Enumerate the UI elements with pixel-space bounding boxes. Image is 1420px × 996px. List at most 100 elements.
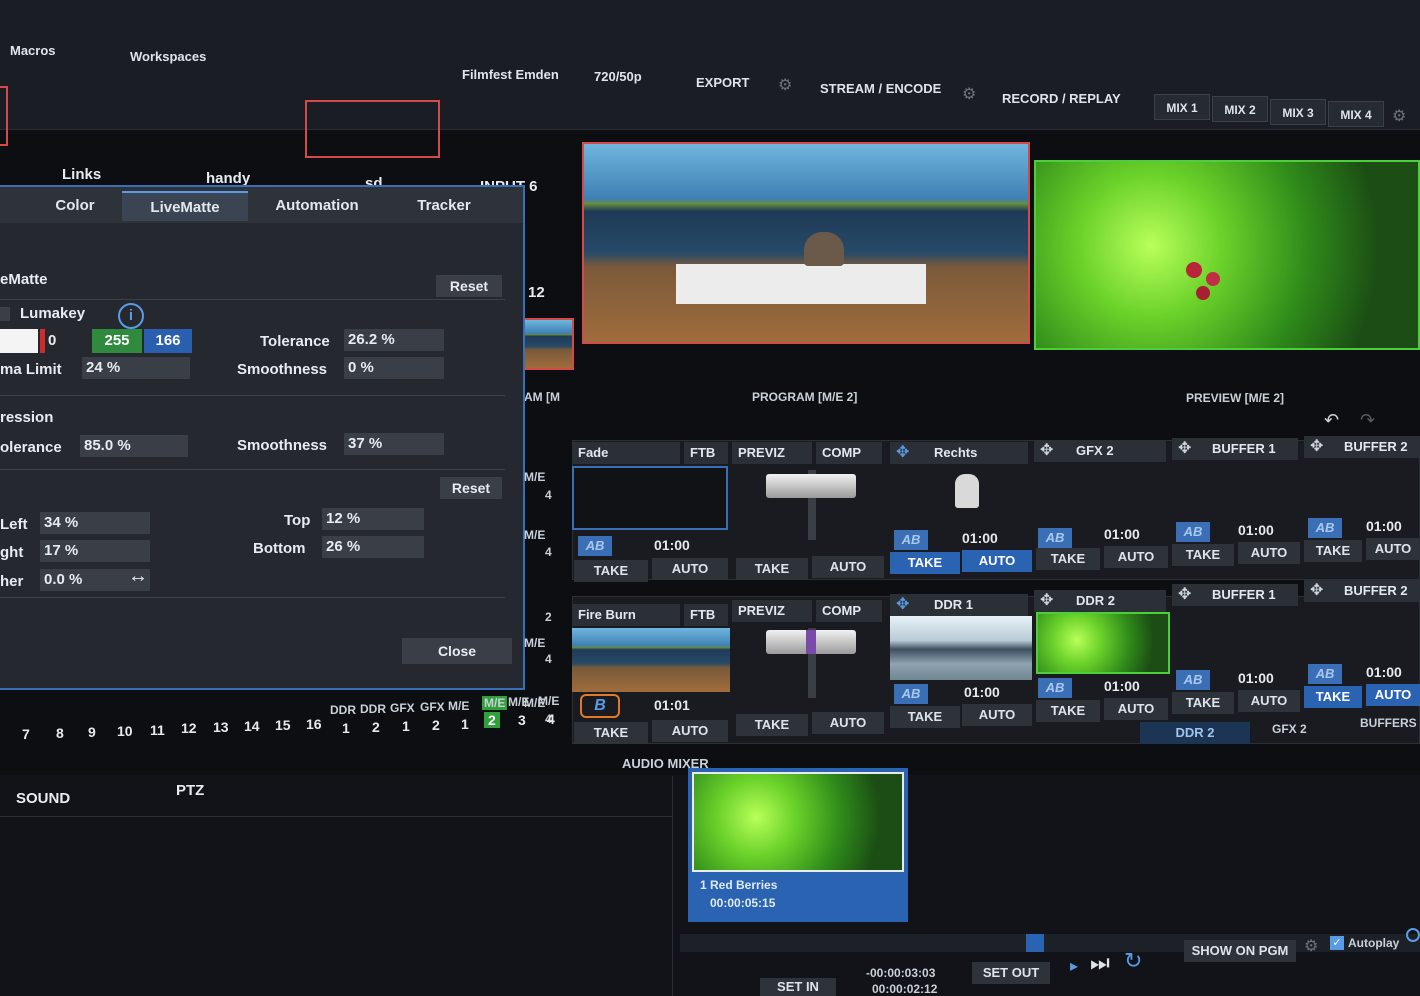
overlay-7-time[interactable]: 01:00 xyxy=(1238,670,1274,686)
bus-me-3[interactable]: 3 xyxy=(518,712,526,728)
overlay-3-ab[interactable]: AB xyxy=(1176,522,1210,542)
play-icon[interactable]: ▸ xyxy=(1070,956,1078,976)
input-thumb-partial[interactable] xyxy=(0,86,8,146)
overlay-8-take[interactable]: TAKE xyxy=(1304,686,1362,708)
spill-tolerance-field[interactable]: 85.0 % xyxy=(80,435,188,457)
previz-button-1[interactable]: PREVIZ xyxy=(732,442,812,464)
stream-encode-button[interactable]: STREAM / ENCODE xyxy=(810,72,951,106)
bus-15[interactable]: 15 xyxy=(275,717,291,733)
overlay-4-ab[interactable]: AB xyxy=(1308,518,1342,538)
workspaces-menu[interactable]: Workspaces xyxy=(120,40,216,74)
undo-icon[interactable]: ↶ xyxy=(1324,410,1339,431)
export-button[interactable]: EXPORT xyxy=(686,66,759,100)
skip-next-icon[interactable]: ⏭ xyxy=(1090,950,1110,976)
tab-color[interactable]: Color xyxy=(30,191,120,221)
crop-left-field[interactable]: 34 % xyxy=(40,512,150,534)
overlay-8-time[interactable]: 01:00 xyxy=(1366,664,1402,680)
bus-9[interactable]: 9 xyxy=(88,724,96,740)
mix-tab-1[interactable]: MIX 1 xyxy=(1154,94,1210,120)
bus-extra-top-6[interactable]: M/E xyxy=(482,696,508,710)
overlay-2-auto[interactable]: AUTO xyxy=(1104,546,1168,568)
bus-ddr-1[interactable]: 1 xyxy=(342,720,350,736)
input-thumb-12[interactable] xyxy=(522,318,574,370)
transition-select-1[interactable]: Fade xyxy=(572,442,680,464)
overlay-5-time[interactable]: 01:00 xyxy=(964,684,1000,700)
overlay-5-move-icon[interactable]: ✥ xyxy=(896,594,909,614)
ddr-scrub-handle[interactable] xyxy=(1026,934,1044,952)
overlay-3-time[interactable]: 01:00 xyxy=(1238,522,1274,538)
overlay-4-take[interactable]: TAKE xyxy=(1304,540,1362,562)
redo-icon[interactable]: ↷ xyxy=(1360,410,1375,431)
overlay-3-take[interactable]: TAKE xyxy=(1172,544,1234,566)
bus-gfx-2[interactable]: 2 xyxy=(432,717,440,733)
auto-button-1[interactable]: AUTO xyxy=(652,558,728,580)
loop-icon[interactable]: ↻ xyxy=(1124,948,1142,974)
bus-me-4[interactable]: 4 xyxy=(547,711,555,727)
take-button-1b[interactable]: TAKE xyxy=(736,558,808,580)
overlay-4-move-icon[interactable]: ✥ xyxy=(1310,436,1323,456)
overlay-1-ab[interactable]: AB xyxy=(894,530,928,550)
overlay-7-take[interactable]: TAKE xyxy=(1172,692,1234,714)
overlay-5-source[interactable]: DDR 1 xyxy=(890,594,1028,616)
overlay-1-auto[interactable]: AUTO xyxy=(962,550,1032,572)
ab-indicator-2[interactable]: B xyxy=(580,694,620,718)
mix-tab-4[interactable]: MIX 4 xyxy=(1328,101,1384,127)
overlay-5-take[interactable]: TAKE xyxy=(890,706,960,728)
overlay-8-auto[interactable]: AUTO xyxy=(1366,684,1420,706)
blue-value[interactable]: 166 xyxy=(144,329,192,353)
tab-livematte[interactable]: LiveMatte xyxy=(122,191,248,221)
chroma-limit-field[interactable]: 24 % xyxy=(82,357,190,379)
record-replay-button[interactable]: RECORD / REPLAY xyxy=(992,82,1131,116)
overlay-2-time[interactable]: 01:00 xyxy=(1104,526,1140,542)
ftb-button-2[interactable]: FTB xyxy=(684,604,728,626)
bus-16[interactable]: 16 xyxy=(306,716,322,732)
take-button-1[interactable]: TAKE xyxy=(574,560,648,582)
overlay-7-ab[interactable]: AB xyxy=(1176,670,1210,690)
tab-buffers[interactable]: BUFFERS xyxy=(1360,716,1417,730)
mix-gear-icon[interactable]: ⚙ xyxy=(1392,106,1406,126)
overlay-7-auto[interactable]: AUTO xyxy=(1238,690,1300,712)
overlay-2-take[interactable]: TAKE xyxy=(1036,548,1100,570)
bus-8[interactable]: 8 xyxy=(56,725,64,741)
overlay-2-move-icon[interactable]: ✥ xyxy=(1040,440,1053,460)
overlay-2-source[interactable]: GFX 2 xyxy=(1034,440,1166,462)
bus-me-2[interactable]: 2 xyxy=(484,712,500,728)
bus-13[interactable]: 13 xyxy=(213,719,229,735)
overlay-3-auto[interactable]: AUTO xyxy=(1238,542,1300,564)
green-value[interactable]: 255 xyxy=(92,329,142,353)
crop-right-field[interactable]: 17 % xyxy=(40,540,150,562)
key-color-swatch[interactable] xyxy=(0,329,38,353)
tab-ddr2[interactable]: DDR 2 xyxy=(1140,722,1250,744)
bus-7[interactable]: 7 xyxy=(22,726,30,742)
spill-smoothness-field[interactable]: 37 % xyxy=(344,433,444,455)
overlay-1-time[interactable]: 01:00 xyxy=(962,530,998,546)
overlay-6-time[interactable]: 01:00 xyxy=(1104,678,1140,694)
take-button-2b[interactable]: TAKE xyxy=(736,714,808,736)
sound-tab[interactable]: SOUND xyxy=(16,790,70,807)
overlay-6-move-icon[interactable]: ✥ xyxy=(1040,590,1053,610)
overlay-6-take[interactable]: TAKE xyxy=(1036,700,1100,722)
overlay-5-ab[interactable]: AB xyxy=(894,684,928,704)
auto-button-2[interactable]: AUTO xyxy=(652,720,728,742)
previz-button-2[interactable]: PREVIZ xyxy=(732,600,812,622)
lumakey-checkbox[interactable] xyxy=(0,307,10,321)
bus-ddr-2[interactable]: 2 xyxy=(372,719,380,735)
auto-button-2b[interactable]: AUTO xyxy=(812,712,884,734)
macros-menu[interactable]: Macros xyxy=(0,34,66,68)
reset-button-2[interactable]: Reset xyxy=(440,477,502,499)
set-out-button[interactable]: SET OUT xyxy=(972,962,1050,984)
auto-button-1b[interactable]: AUTO xyxy=(812,556,884,578)
bus-10[interactable]: 10 xyxy=(117,723,133,739)
stream-gear-icon[interactable]: ⚙ xyxy=(962,84,976,104)
tab-tracker[interactable]: Tracker xyxy=(392,191,496,221)
export-gear-icon[interactable]: ⚙ xyxy=(778,75,792,95)
autoplay-checkbox[interactable]: ✓ xyxy=(1330,936,1344,950)
overlay-7-move-icon[interactable]: ✥ xyxy=(1178,584,1191,604)
autoplay-info-icon[interactable] xyxy=(1406,928,1420,942)
overlay-1-take[interactable]: TAKE xyxy=(890,552,960,574)
overlay-6-ab[interactable]: AB xyxy=(1038,678,1072,698)
tbar-handle-2[interactable] xyxy=(766,630,856,654)
comp-button-1[interactable]: COMP xyxy=(816,442,882,464)
overlay-1-source[interactable]: Rechts xyxy=(890,442,1028,464)
crop-top-field[interactable]: 12 % xyxy=(322,508,424,530)
